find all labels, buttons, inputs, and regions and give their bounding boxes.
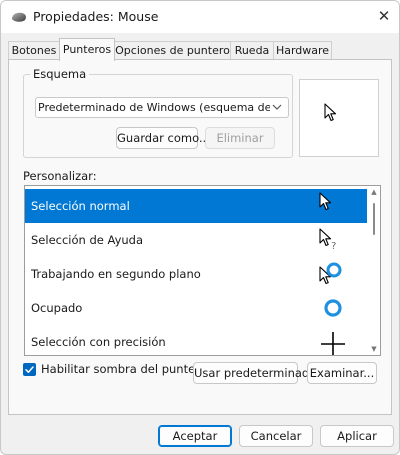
shadow-checkbox-label: Habilitar sombra del puntero <box>41 362 207 376</box>
use-default-button[interactable]: Usar predeterminado <box>193 362 316 384</box>
busy-ring-icon <box>324 299 342 317</box>
ok-button[interactable]: Aceptar <box>158 425 232 447</box>
list-item[interactable]: Selección de Ayuda ? <box>25 223 367 257</box>
list-item-label: Selección normal <box>31 199 130 213</box>
mouse-icon <box>12 12 26 22</box>
close-icon: ✕ <box>377 7 391 25</box>
list-item-label: Ocupado <box>31 301 83 315</box>
arrow-pointer-icon <box>319 192 332 211</box>
title-bar: Propiedades: Mouse ✕ <box>1 1 399 33</box>
list-item[interactable]: Selección normal <box>25 189 367 223</box>
pointer-preview <box>299 79 379 157</box>
shadow-checkbox[interactable] <box>23 363 36 376</box>
scheme-selected-value: Predeterminado de Windows (esquema de si… <box>38 101 270 114</box>
svg-text:?: ? <box>331 241 336 252</box>
working-in-background-icon <box>319 262 342 285</box>
mouse-properties-window: Propiedades: Mouse ✕ Botones Punteros Op… <box>0 0 400 455</box>
list-item[interactable]: Ocupado <box>25 291 367 325</box>
scheme-group: Esquema Predeterminado de Windows (esque… <box>23 67 293 158</box>
punteros-panel: Esquema Predeterminado de Windows (esque… <box>8 59 392 415</box>
scroll-down-icon[interactable]: ▼ <box>369 345 379 353</box>
customize-label: Personalizar: <box>23 169 97 183</box>
arrow-pointer-icon <box>324 103 337 122</box>
list-item[interactable]: Selección con precisión <box>25 325 367 355</box>
delete-button[interactable]: Eliminar <box>205 127 275 149</box>
tab-punteros[interactable]: Punteros <box>59 38 115 61</box>
scheme-label: Esquema <box>30 67 90 81</box>
save-as-button[interactable]: Guardar como... <box>116 127 210 149</box>
scheme-select[interactable]: Predeterminado de Windows (esquema de si… <box>35 97 289 118</box>
browse-button[interactable]: Examinar... <box>307 362 377 384</box>
chevron-down-icon <box>272 104 282 110</box>
list-item-label: Selección de Ayuda <box>31 233 144 247</box>
list-item-label: Trabajando en segundo plano <box>31 267 201 281</box>
cancel-button[interactable]: Cancelar <box>239 425 313 447</box>
apply-button[interactable]: Aplicar <box>320 425 394 447</box>
scroll-thumb[interactable] <box>373 203 375 235</box>
pointer-list[interactable]: Selección normal Selección de Ayuda ? Tr… <box>24 185 381 356</box>
help-select-icon: ? <box>319 228 336 252</box>
checkmark-icon <box>25 366 34 373</box>
list-item[interactable]: Trabajando en segundo plano <box>25 257 367 291</box>
tab-rueda[interactable]: Rueda <box>230 41 274 60</box>
tab-botones[interactable]: Botones <box>8 41 60 60</box>
close-button[interactable]: ✕ <box>371 5 397 29</box>
window-title: Propiedades: Mouse <box>33 9 159 24</box>
tab-opciones-de-puntero[interactable]: Opciones de puntero <box>114 41 231 60</box>
list-item-label: Selección con precisión <box>31 335 166 349</box>
scroll-up-icon[interactable]: ▲ <box>369 188 379 196</box>
crosshair-icon <box>321 332 345 355</box>
list-scrollbar[interactable]: ▲ ▼ <box>369 187 379 354</box>
tab-hardware[interactable]: Hardware <box>273 41 332 60</box>
